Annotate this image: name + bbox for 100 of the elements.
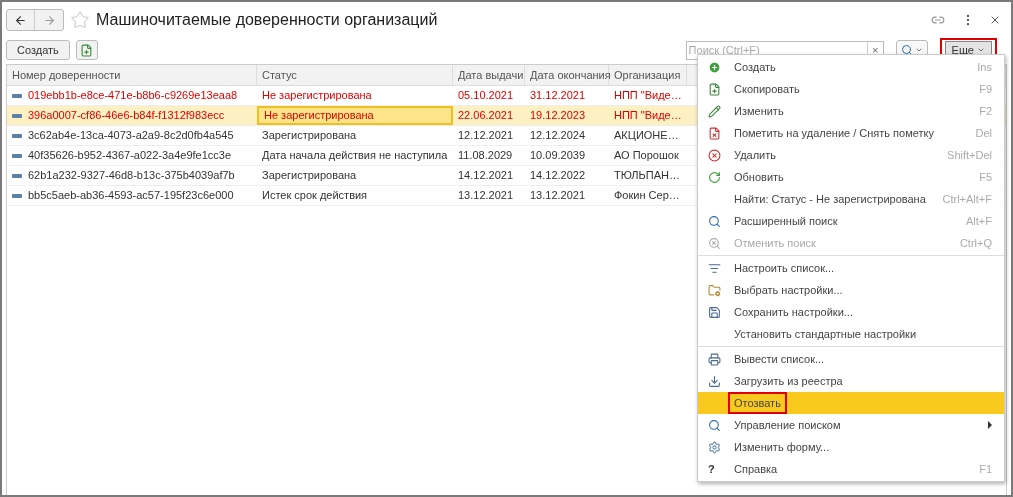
search-icon	[708, 418, 721, 432]
menu-item-label: Отозвать	[728, 391, 787, 415]
menu-item[interactable]: Удалить Shift+Del	[698, 144, 1004, 166]
table-cell-text: 13.12.2021	[457, 188, 515, 204]
search-icon	[708, 214, 721, 228]
shortcut-label: Ctrl+Q	[959, 235, 992, 251]
menu-item[interactable]: Управление поиском	[698, 414, 1004, 436]
menu-item[interactable]: Настроить список...	[698, 257, 1004, 279]
menu-item[interactable]: Расширенный поиск Alt+F	[698, 210, 1004, 232]
file-x-icon	[708, 126, 721, 140]
menu-item-label: Установить стандартные настройки	[733, 326, 918, 342]
menu-item-label: Пометить на удаление / Снять пометку	[733, 125, 935, 141]
link-icon[interactable]	[931, 13, 945, 27]
table-cell: 40f35626-b952-4367-a022-3a4e9fe1cc3e	[7, 146, 257, 165]
document-icon	[12, 93, 22, 98]
menu-item[interactable]: Загрузить из реестра	[698, 370, 1004, 392]
close-icon[interactable]	[989, 14, 1001, 26]
search-icon	[900, 44, 913, 56]
table-cell-text: 12.12.2024	[529, 128, 587, 144]
menu-item-label: Изменить	[733, 103, 785, 119]
table-cell: Не зарегистрирована	[257, 106, 453, 125]
menu-item-label: Изменить форму...	[733, 439, 831, 455]
shortcut-label: Alt+F	[966, 213, 992, 229]
table-cell-text: Не зарегистрирована	[261, 88, 373, 104]
table-cell-text: 14.12.2022	[529, 168, 587, 184]
table-cell-text: Зарегистрирована	[261, 168, 358, 184]
menu-item[interactable]: Вывести список...	[698, 348, 1004, 370]
table-cell-text: 31.12.2021	[529, 88, 587, 104]
menu-item[interactable]: Отозвать	[698, 392, 1004, 414]
table-cell-text: 13.12.2021	[529, 188, 587, 204]
plus-circle-icon	[708, 60, 721, 74]
star-icon[interactable]	[70, 10, 90, 30]
caret-icon	[977, 46, 985, 54]
menu-item-label: Обновить	[733, 169, 785, 185]
column-header[interactable]: Статус	[257, 65, 453, 85]
column-header[interactable]: Номер доверенности	[7, 65, 257, 85]
table-cell-text: Истек срок действия	[261, 188, 369, 204]
table-cell-text: 22.06.2021	[457, 108, 515, 124]
column-header[interactable]: Организация	[609, 65, 687, 85]
table-cell-text: Зарегистрирована	[261, 128, 358, 144]
gear-icon	[708, 440, 721, 454]
menu-item[interactable]: ? Справка F1	[698, 458, 1004, 480]
menu-item-label: Отменить поиск	[733, 235, 817, 251]
printer-icon	[708, 352, 721, 366]
help-icon: ?	[708, 460, 715, 478]
table-cell-text: Дата начала действия не наступила	[261, 148, 449, 164]
table-cell-text: 14.12.2021	[457, 168, 515, 184]
pencil-icon	[708, 104, 721, 118]
menu-item-label: Управление поиском	[733, 417, 842, 433]
document-icon	[12, 193, 22, 198]
table-cell-text: НПП "Виде…	[613, 88, 683, 104]
table-cell-text: 05.10.2021	[457, 88, 515, 104]
table-cell-text: НПП "Виде…	[613, 108, 683, 124]
document-icon	[12, 113, 22, 118]
menu-item-label: Удалить	[733, 147, 777, 163]
menu-item[interactable]: Установить стандартные настройки	[698, 323, 1004, 345]
menu-item-label: Расширенный поиск	[733, 213, 839, 229]
shortcut-label: Ctrl+Alt+F	[942, 191, 992, 207]
caret-icon	[914, 46, 923, 54]
file-plus-icon	[708, 82, 721, 96]
table-cell-text: Фокин Сер…	[613, 188, 681, 204]
document-icon	[12, 153, 22, 158]
menu-item[interactable]: Сохранить настройки...	[698, 301, 1004, 323]
shortcut-label: Del	[975, 125, 992, 141]
table-cell-text: АКЦИОНЕ…	[613, 128, 680, 144]
menu-item[interactable]: Изменить форму...	[698, 436, 1004, 458]
document-icon	[12, 173, 22, 178]
create-button[interactable]: Создать	[6, 40, 70, 60]
shortcut-label: F1	[979, 461, 992, 477]
table-cell: 396a0007-cf86-46e6-b84f-f1312f983ecc	[7, 106, 257, 125]
window-title: Машиночитаемые доверенности организаций	[96, 10, 438, 30]
shortcut-label: F5	[979, 169, 992, 185]
table-cell: bb5c5aeb-ab36-4593-ac57-195f23c6e000	[7, 186, 257, 205]
table-cell-text: ТЮЛЬПАН…	[613, 168, 681, 184]
submenu-arrow-icon	[988, 421, 992, 429]
table-cell: 3c62ab4e-13ca-4073-a2a9-8c2d0fb4a545	[7, 126, 257, 145]
menu-item-label: Настроить список...	[733, 260, 836, 276]
menu-item-label: Сохранить настройки...	[733, 304, 854, 320]
x-circle-icon	[708, 148, 721, 162]
left-arrow-icon	[14, 13, 27, 27]
table-cell: 62b1a232-9327-46d8-b13c-375b4039af7b	[7, 166, 257, 185]
menu-item-label: Загрузить из реестра	[733, 373, 844, 389]
column-header[interactable]: Дата выдачи	[453, 65, 525, 85]
table-cell-text: АО Порошок	[613, 148, 680, 164]
search-x-icon	[708, 236, 721, 250]
menu-item[interactable]: Выбрать настройки...	[698, 279, 1004, 301]
table-cell-text: 10.09.2039	[529, 148, 587, 164]
menu-item-label: Вывести список...	[733, 351, 826, 367]
table-cell-text: 19.12.2023	[529, 108, 587, 124]
menu-item-label: Выбрать настройки...	[733, 282, 844, 298]
menu-item-label: Справка	[733, 461, 779, 477]
refresh-icon	[708, 170, 721, 184]
menu-item[interactable]: Обновить F5	[698, 166, 1004, 188]
column-header[interactable]: Дата окончания	[525, 65, 609, 85]
menu-item-label: Создать	[733, 59, 777, 75]
shortcut-label: F2	[979, 103, 992, 119]
document-icon	[12, 133, 22, 138]
folder-gear-icon	[708, 283, 721, 297]
file-plus-icon	[80, 43, 94, 57]
copy-button[interactable]	[75, 40, 98, 60]
